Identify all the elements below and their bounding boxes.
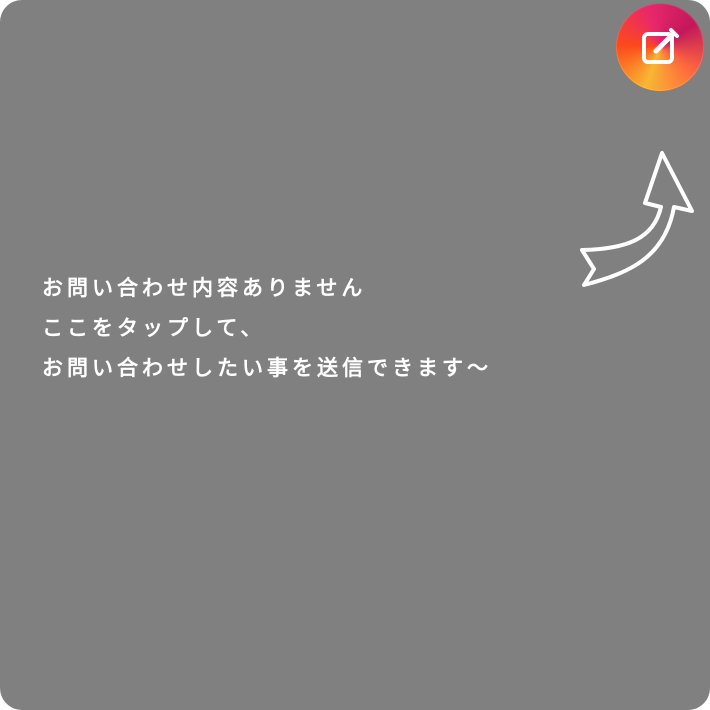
- message-line-3: お問い合わせしたい事を送信できます～: [42, 356, 492, 380]
- compose-inquiry-button[interactable]: [616, 3, 704, 91]
- empty-state-message: お問い合わせ内容ありません ここをタップして、 お問い合わせしたい事を送信できま…: [42, 268, 492, 388]
- message-line-1: お問い合わせ内容ありません: [42, 276, 367, 300]
- edit-icon: [642, 28, 679, 64]
- message-line-2: ここをタップして、: [42, 316, 266, 340]
- curved-arrow-up-icon: [580, 151, 694, 287]
- empty-inquiry-overlay: お問い合わせ内容ありません ここをタップして、 お問い合わせしたい事を送信できま…: [0, 0, 710, 710]
